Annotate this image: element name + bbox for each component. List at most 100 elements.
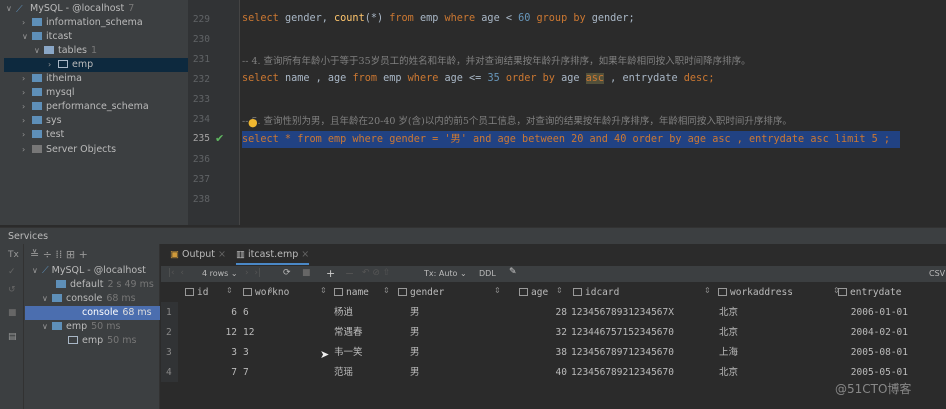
csv-dropdown[interactable]: CSV [929, 269, 945, 278]
code-line-235-selected[interactable]: select * from emp where gender = '男' and… [242, 131, 900, 148]
close-icon[interactable]: × [218, 249, 226, 260]
layout-icon[interactable]: ▤ [8, 332, 17, 342]
table-cell[interactable]: 7 [243, 363, 323, 383]
column-header-entrydate[interactable]: entrydate [838, 286, 901, 300]
schema-icon [32, 88, 42, 96]
lightbulb-icon[interactable]: ● [248, 116, 258, 129]
revert-icon[interactable]: ↶ ⊘ ⇧ [362, 268, 390, 278]
sort-icon[interactable]: ⇕ [833, 286, 840, 295]
row-number: 4 [166, 367, 172, 378]
column-header-gender[interactable]: gender [398, 286, 444, 300]
tree-item[interactable]: › mysql [22, 86, 75, 100]
table-cell[interactable]: 男 [410, 303, 470, 323]
first-page-icon[interactable]: |‹ ‹ [168, 268, 184, 278]
row-number: 2 [166, 327, 172, 338]
schema-icon [32, 116, 42, 124]
tree-item[interactable]: › performance_schema [22, 100, 149, 114]
table-cell[interactable]: 12 [243, 323, 323, 343]
table-cell[interactable]: 3 [185, 343, 237, 363]
table-cell[interactable]: 12 [185, 323, 237, 343]
table-cell[interactable]: 2004-02-01 [818, 323, 908, 343]
commit-icon[interactable]: ✓ [8, 267, 16, 277]
tree-item[interactable]: › test [22, 128, 64, 142]
tx-mode-dropdown[interactable]: Tx: Auto ⌄ [424, 269, 467, 278]
sort-icon[interactable]: ⇕ [267, 286, 274, 295]
tree-item[interactable]: › Server Objects [22, 143, 116, 157]
services-toolbar-icons[interactable]: ≚ ÷ ⁞⁞ ⊞ + [30, 248, 88, 261]
column-header-idcard[interactable]: idcard [573, 286, 619, 300]
row-number: 3 [166, 347, 172, 358]
add-row-icon[interactable]: + [326, 267, 335, 280]
column-header-id[interactable]: id [185, 286, 208, 300]
tree-root[interactable]: ∨ ⟋ MySQL - @localhost 7 [6, 2, 134, 16]
table-cell[interactable]: 3 [243, 343, 323, 363]
table-cell[interactable]: 杨逍 [334, 303, 394, 323]
service-item[interactable]: ∨ ⟋ MySQL - @localhost [32, 264, 146, 278]
remove-row-icon[interactable]: − [345, 267, 354, 280]
tree-item[interactable]: › itheima [22, 72, 82, 86]
table-cell[interactable]: 男 [410, 343, 470, 363]
table-cell[interactable]: 7 [185, 363, 237, 383]
table-cell[interactable]: 范瑶 [334, 363, 394, 383]
table-cell[interactable]: 男 [410, 323, 470, 343]
row-number: 1 [166, 307, 172, 318]
table-cell[interactable]: 123446757152345670 [571, 323, 711, 343]
service-item[interactable]: ∨ console 68 ms [42, 292, 136, 306]
tab-output[interactable]: ▣ Output × [170, 249, 226, 260]
rows-dropdown[interactable]: 4 rows ⌄ [202, 269, 238, 278]
sort-icon[interactable]: ⇕ [556, 286, 563, 295]
sort-icon[interactable]: ⇕ [383, 286, 390, 295]
column-header-workaddress[interactable]: workaddress [718, 286, 793, 300]
table-cell[interactable]: 北京 [719, 303, 819, 323]
sort-icon[interactable]: ⇕ [704, 286, 711, 295]
table-cell[interactable]: 北京 [719, 363, 819, 383]
table-icon [58, 60, 68, 68]
tree-item[interactable]: › information_schema [22, 16, 143, 30]
table-cell[interactable]: 123456789712345670 [571, 343, 711, 363]
rollback-icon[interactable]: ↺ [8, 285, 16, 295]
tab-itcast-emp[interactable]: ▥ itcast.emp × [236, 249, 310, 265]
table-cell[interactable]: 2006-01-01 [818, 303, 908, 323]
sort-icon[interactable]: ⇕ [226, 286, 233, 295]
table-cell[interactable]: 2005-08-01 [818, 343, 908, 363]
table-cell[interactable]: 40 [500, 363, 567, 383]
sort-icon[interactable]: ⇕ [320, 286, 327, 295]
line-number: 238 [192, 194, 210, 205]
sort-icon[interactable]: ⇕ [494, 286, 501, 295]
session-icon [52, 322, 62, 330]
stop-icon[interactable]: ■ [302, 268, 311, 278]
datasource-icon: ⟋ [16, 4, 23, 15]
pin-icon[interactable]: ✎ [509, 267, 517, 277]
table-cell[interactable]: 123456789212345670 [571, 363, 711, 383]
services-header: Services [0, 227, 946, 244]
refresh-icon[interactable]: ⟳ [283, 268, 291, 278]
table-cell[interactable]: 12345678931234567X [571, 303, 711, 323]
table-cell[interactable]: 6 [243, 303, 323, 323]
service-item[interactable]: ∨ emp 50 ms [42, 320, 120, 334]
table-cell[interactable]: 上海 [719, 343, 819, 363]
tree-item[interactable]: ∨ tables 1 [34, 44, 97, 58]
tree-item-emp[interactable]: › emp [4, 58, 188, 72]
table-cell[interactable]: 28 [500, 303, 567, 323]
tree-item[interactable]: › sys [22, 114, 62, 128]
table-cell[interactable]: 38 [500, 343, 567, 363]
stop-icon[interactable]: ■ [8, 308, 17, 318]
table-cell[interactable]: 常遇春 [334, 323, 394, 343]
table-cell[interactable]: 男 [410, 363, 470, 383]
column-header-name[interactable]: name [334, 286, 369, 300]
service-item-selected[interactable]: console 68 ms [25, 306, 160, 320]
table-cell[interactable]: 韦一笑 [334, 343, 394, 363]
table-cell[interactable]: 32 [500, 323, 567, 343]
table-cell[interactable]: 6 [185, 303, 237, 323]
table-icon [68, 336, 78, 344]
service-item[interactable]: emp 50 ms [68, 334, 136, 348]
tx-button[interactable]: Tx [8, 250, 19, 260]
ddl-button[interactable]: DDL [479, 269, 496, 278]
next-page-icon[interactable]: › ›| [245, 268, 261, 278]
close-icon[interactable]: × [301, 249, 309, 260]
column-header-age[interactable]: age [519, 286, 548, 300]
tree-item[interactable]: ∨ itcast [22, 30, 72, 44]
service-item[interactable]: default 2 s 49 ms [56, 278, 154, 292]
table-cell[interactable]: 北京 [719, 323, 819, 343]
schema-icon [32, 130, 42, 138]
